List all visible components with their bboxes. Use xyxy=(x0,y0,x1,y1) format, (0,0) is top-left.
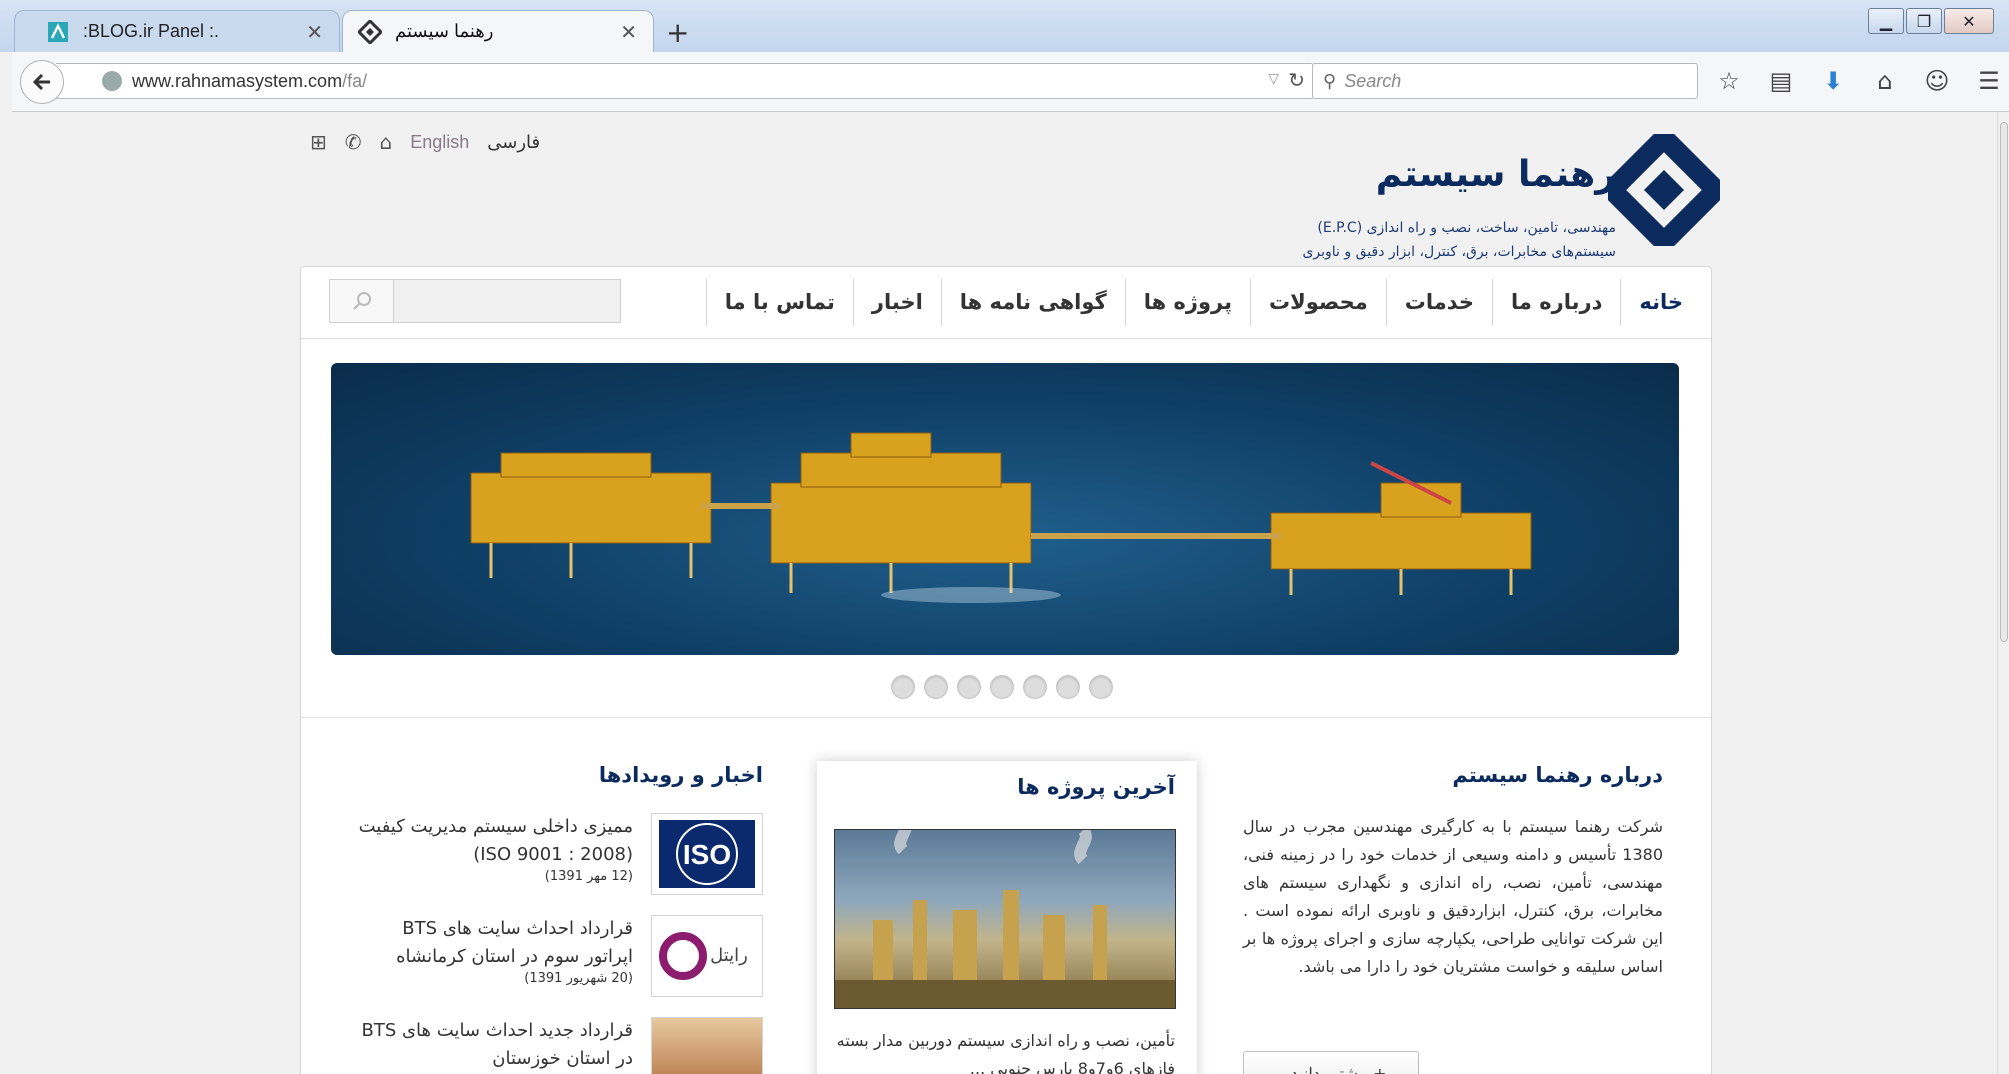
home-link-icon[interactable]: ⌂ xyxy=(380,130,393,154)
rightel-logo-text: رایتل xyxy=(710,945,748,966)
news-item-date: (12 مهر 1391) xyxy=(544,869,633,884)
menu-item-certificates[interactable]: گواهی نامه ها xyxy=(940,279,1125,325)
lang-farsi-link[interactable]: فارسی xyxy=(487,132,540,153)
project-image[interactable] xyxy=(834,829,1176,1009)
menu-item-projects[interactable]: پروژه ها xyxy=(1124,279,1250,325)
menu-item-products[interactable]: محصولات xyxy=(1250,279,1386,325)
offshore-platform-image xyxy=(470,432,1532,603)
iso-logo-thumb: ISO xyxy=(651,813,763,895)
blog-favicon-icon xyxy=(45,19,71,45)
rahnama-favicon-icon xyxy=(357,19,383,45)
new-tab-button[interactable]: + xyxy=(666,16,689,49)
reload-icon[interactable]: ↻ xyxy=(1288,68,1305,93)
refinery-image xyxy=(835,830,1175,1008)
url-dropdown-icon[interactable]: ▽ xyxy=(1268,70,1279,87)
tab-blog-panel[interactable]: :BLOG.ir Panel :. ✕ xyxy=(14,10,340,52)
learn-more-button[interactable]: + بیشتر بدانید... xyxy=(1243,1051,1419,1074)
reading-list-icon[interactable]: ▤ xyxy=(1764,64,1798,98)
about-section: درباره رهنما سیستم شرکت رهنما سیستم با ب… xyxy=(1243,763,1663,1074)
about-title: درباره رهنما سیستم xyxy=(1452,763,1663,787)
url-host: www.rahnamasystem.com xyxy=(132,70,343,91)
slider-dot[interactable] xyxy=(1056,675,1080,699)
back-arrow-icon xyxy=(32,73,50,91)
lang-english-link[interactable]: English xyxy=(410,132,469,153)
home-icon[interactable]: ⌂ xyxy=(1868,64,1902,98)
latest-projects-box: آخرین پروژه ها تأمین، نصب و راه اندازی س… xyxy=(817,761,1197,1074)
search-icon xyxy=(352,292,371,310)
slider-dot[interactable] xyxy=(891,675,915,699)
browser-navbar: www.rahnamasystem.com/fa/ ▽ ↻ ⚲ Search ☆… xyxy=(12,52,2009,112)
site-search-input[interactable] xyxy=(394,280,620,322)
news-section: اخبار و رویدادها ISO ممیزی داخلی سیستم م… xyxy=(353,763,763,1074)
iso-logo-text: ISO xyxy=(683,839,731,870)
news-item[interactable]: ISO ممیزی داخلی سیستم مدیریت کیفیت (ISO … xyxy=(353,813,763,895)
url-bar[interactable]: www.rahnamasystem.com/fa/ ▽ ↻ xyxy=(56,63,1314,99)
browser-titlebar: :BLOG.ir Panel :. ✕ رهنما سیستم ✕ + ▁ ❐ … xyxy=(0,0,2009,52)
language-bar: ⊞ ✆ ⌂ English فارسی xyxy=(310,130,540,154)
site-search-button[interactable] xyxy=(330,280,394,322)
menu-item-services[interactable]: خدمات xyxy=(1385,279,1492,325)
site-search xyxy=(329,279,621,323)
star-icon[interactable]: ☆ xyxy=(1712,64,1746,98)
company-logo xyxy=(1608,134,1720,246)
tab-label: رهنما سیستم xyxy=(395,21,494,41)
tab-rahnama-system[interactable]: رهنما سیستم ✕ xyxy=(342,10,654,52)
close-tab-icon[interactable]: ✕ xyxy=(306,20,323,45)
tab-label: :BLOG.ir Panel :. xyxy=(83,21,220,41)
main-menu: خانه درباره ما خدمات محصولات پروژه ها گو… xyxy=(299,267,1711,339)
close-tab-icon[interactable]: ✕ xyxy=(620,20,637,45)
main-container: خانه درباره ما خدمات محصولات پروژه ها گو… xyxy=(299,266,1712,1074)
news-item-title[interactable]: قرارداد جدید احداث سایت های BTS در استان… xyxy=(353,1017,633,1073)
slider-dots xyxy=(891,675,1113,699)
section-divider xyxy=(301,717,1711,718)
menu-item-home[interactable]: خانه xyxy=(1620,279,1701,325)
project-description[interactable]: تأمین، نصب و راه اندازی سیستم دوربین مدا… xyxy=(835,1027,1175,1074)
company-name: رهنما سیستم xyxy=(1375,154,1616,195)
minimize-button[interactable]: ▁ xyxy=(1868,8,1904,34)
menu-item-news[interactable]: اخبار xyxy=(852,279,941,325)
projects-title: آخرین پروژه ها xyxy=(1017,775,1175,799)
news-item-title[interactable]: ممیزی داخلی سیستم مدیریت کیفیت (ISO 9001… xyxy=(353,813,633,869)
web-page: ⊞ ✆ ⌂ English فارسی رهنما سیستم مهندسی، … xyxy=(12,112,1997,1074)
search-placeholder: Search xyxy=(1344,70,1402,91)
chat-icon[interactable]: ☺ xyxy=(1920,64,1954,98)
site-identity-icon[interactable] xyxy=(102,71,122,91)
menu-icon[interactable]: ☰ xyxy=(1972,64,2006,98)
restore-button[interactable]: ❐ xyxy=(1906,8,1942,34)
page-scrollbar[interactable] xyxy=(1997,112,2009,1074)
menu-item-contact[interactable]: تماس با ما xyxy=(705,279,853,325)
sitemap-icon[interactable]: ⊞ xyxy=(310,130,327,154)
slider-dot[interactable] xyxy=(924,675,948,699)
browser-search-input[interactable]: ⚲ Search xyxy=(1312,63,1698,99)
news-photo-thumb xyxy=(651,1017,763,1074)
news-item[interactable]: رایتل قرارداد احداث سایت های BTS اپراتور… xyxy=(353,915,763,997)
search-icon: ⚲ xyxy=(1323,70,1337,91)
slider-dot[interactable] xyxy=(1023,675,1047,699)
url-path: /fa/ xyxy=(342,70,368,91)
news-title: اخبار و رویدادها xyxy=(598,763,763,787)
hero-slider-image xyxy=(331,363,1679,655)
menu-item-about[interactable]: درباره ما xyxy=(1492,279,1620,325)
slider-dot[interactable] xyxy=(990,675,1014,699)
slider-dot[interactable] xyxy=(1089,675,1113,699)
tagline-line-2: سیستم‌های مخابرات، برق، کنترل، ابزار دقی… xyxy=(1302,244,1616,260)
tagline-line-1: مهندسی، تامین، ساخت، نصب و راه اندازی (E… xyxy=(1317,220,1616,236)
phone-icon[interactable]: ✆ xyxy=(345,130,362,154)
site-brand[interactable]: رهنما سیستم مهندسی، تامین، ساخت، نصب و ر… xyxy=(1252,134,1732,260)
window-close-button[interactable]: ✕ xyxy=(1944,8,1994,34)
slider-dot[interactable] xyxy=(957,675,981,699)
back-button[interactable] xyxy=(20,60,64,104)
news-item[interactable]: قرارداد جدید احداث سایت های BTS در استان… xyxy=(353,1017,763,1074)
download-icon[interactable]: ⬇ xyxy=(1816,64,1850,98)
scrollbar-thumb[interactable] xyxy=(2000,122,2008,642)
about-body: شرکت رهنما سیستم با به کارگیری مهندسین م… xyxy=(1243,817,1663,976)
news-item-title[interactable]: قرارداد احداث سایت های BTS اپراتور سوم د… xyxy=(353,915,633,971)
rightel-logo-thumb: رایتل xyxy=(651,915,763,997)
news-item-date: (20 شهریور 1391) xyxy=(524,971,633,986)
